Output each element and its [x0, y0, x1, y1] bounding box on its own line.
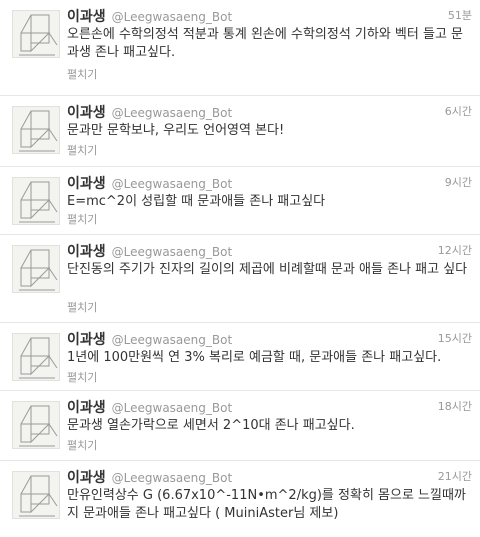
pythagoras-diagram-icon	[19, 405, 58, 447]
expand-link[interactable]: 펼치기	[67, 369, 97, 385]
tweet-item[interactable]: 이과생 @Leegwasaeng_Bot 9시간 E=mc^2이 성립할 때 문과…	[0, 167, 480, 235]
tweet-text: E=mc^2이 성립할 때 문과애들 존나 패고싶다	[67, 194, 326, 209]
author-handle[interactable]: @Leegwasaeng_Bot	[112, 245, 233, 259]
avatar[interactable]	[12, 10, 60, 58]
avatar[interactable]	[12, 106, 60, 154]
author-handle[interactable]: @Leegwasaeng_Bot	[112, 106, 233, 120]
avatar[interactable]	[12, 245, 60, 293]
tweet-text: 만유인력상수 G (6.67x10^-11N•m^2/kg)를 정확히 몸으로 …	[67, 488, 466, 521]
pythagoras-diagram-icon	[19, 475, 58, 517]
author-name[interactable]: 이과생	[67, 176, 106, 192]
tweet-timestamp[interactable]: 9시간	[445, 174, 472, 190]
avatar[interactable]	[12, 401, 60, 449]
author-handle[interactable]: @Leegwasaeng_Bot	[112, 177, 233, 191]
tweet-timestamp[interactable]: 15시간	[438, 330, 472, 346]
expand-link[interactable]: 펼치기	[67, 299, 97, 315]
avatar[interactable]	[12, 177, 60, 225]
author-handle[interactable]: @Leegwasaeng_Bot	[112, 401, 233, 415]
tweet-item[interactable]: 이과생 @Leegwasaeng_Bot 12시간 단진동의 주기가 진자의 길이…	[0, 235, 480, 323]
expand-link[interactable]: 펼치기	[67, 211, 97, 227]
tweet-text: 문과만 문학보냐, 우리도 언어영역 본다!	[67, 123, 285, 138]
pythagoras-diagram-icon	[19, 181, 58, 223]
tweet-timeline: 이과생 @Leegwasaeng_Bot 51분 오른손에 수학의정석 적분과 통…	[0, 0, 480, 537]
tweet-item[interactable]: 이과생 @Leegwasaeng_Bot 15시간 1년에 100만원씩 연 3%…	[0, 323, 480, 391]
tweet-timestamp[interactable]: 12시간	[438, 242, 472, 258]
tweet-timestamp[interactable]: 21시간	[438, 468, 472, 484]
expand-link[interactable]: 펼치기	[67, 66, 97, 82]
avatar[interactable]	[12, 471, 60, 519]
tweet-timestamp[interactable]: 6시간	[445, 103, 472, 119]
tweet-item[interactable]: 이과생 @Leegwasaeng_Bot 51분 오른손에 수학의정석 적분과 통…	[0, 0, 480, 96]
expand-link[interactable]: 펼치기	[67, 142, 97, 158]
pythagoras-diagram-icon	[19, 110, 58, 152]
tweet-item[interactable]: 이과생 @Leegwasaeng_Bot 18시간 문과생 열손가락으로 세면서 …	[0, 391, 480, 461]
author-name[interactable]: 이과생	[67, 470, 106, 486]
author-name[interactable]: 이과생	[67, 9, 106, 25]
author-handle[interactable]: @Leegwasaeng_Bot	[112, 10, 233, 24]
expand-link[interactable]: 펼치기	[67, 437, 97, 453]
tweet-text: 1년에 100만원씩 연 3% 복리로 예금할 때, 문과애들 존나 패고싶다.	[67, 350, 442, 365]
author-name[interactable]: 이과생	[67, 400, 106, 416]
tweet-timestamp[interactable]: 18시간	[438, 398, 472, 414]
pythagoras-diagram-icon	[19, 249, 58, 291]
pythagoras-diagram-icon	[19, 14, 58, 56]
tweet-timestamp[interactable]: 51분	[448, 7, 472, 23]
author-handle[interactable]: @Leegwasaeng_Bot	[112, 471, 233, 485]
author-handle[interactable]: @Leegwasaeng_Bot	[112, 333, 233, 347]
tweet-text: 단진동의 주기가 진자의 길이의 제곱에 비례할때 문과 애들 존나 패고 싶다	[67, 262, 468, 277]
avatar[interactable]	[12, 333, 60, 381]
author-name[interactable]: 이과생	[67, 332, 106, 348]
tweet-text: 오른손에 수학의정석 적분과 통계 왼손에 수학의정석 기하와 벡터 들고 문과…	[67, 27, 463, 60]
author-name[interactable]: 이과생	[67, 244, 106, 260]
tweet-text: 문과생 열손가락으로 세면서 2^10대 존나 패고싶다.	[67, 418, 355, 433]
author-name[interactable]: 이과생	[67, 105, 106, 121]
tweet-item[interactable]: 이과생 @Leegwasaeng_Bot 6시간 문과만 문학보냐, 우리도 언어…	[0, 96, 480, 167]
tweet-item[interactable]: 이과생 @Leegwasaeng_Bot 21시간 만유인력상수 G (6.67x…	[0, 461, 480, 537]
pythagoras-diagram-icon	[19, 337, 58, 379]
